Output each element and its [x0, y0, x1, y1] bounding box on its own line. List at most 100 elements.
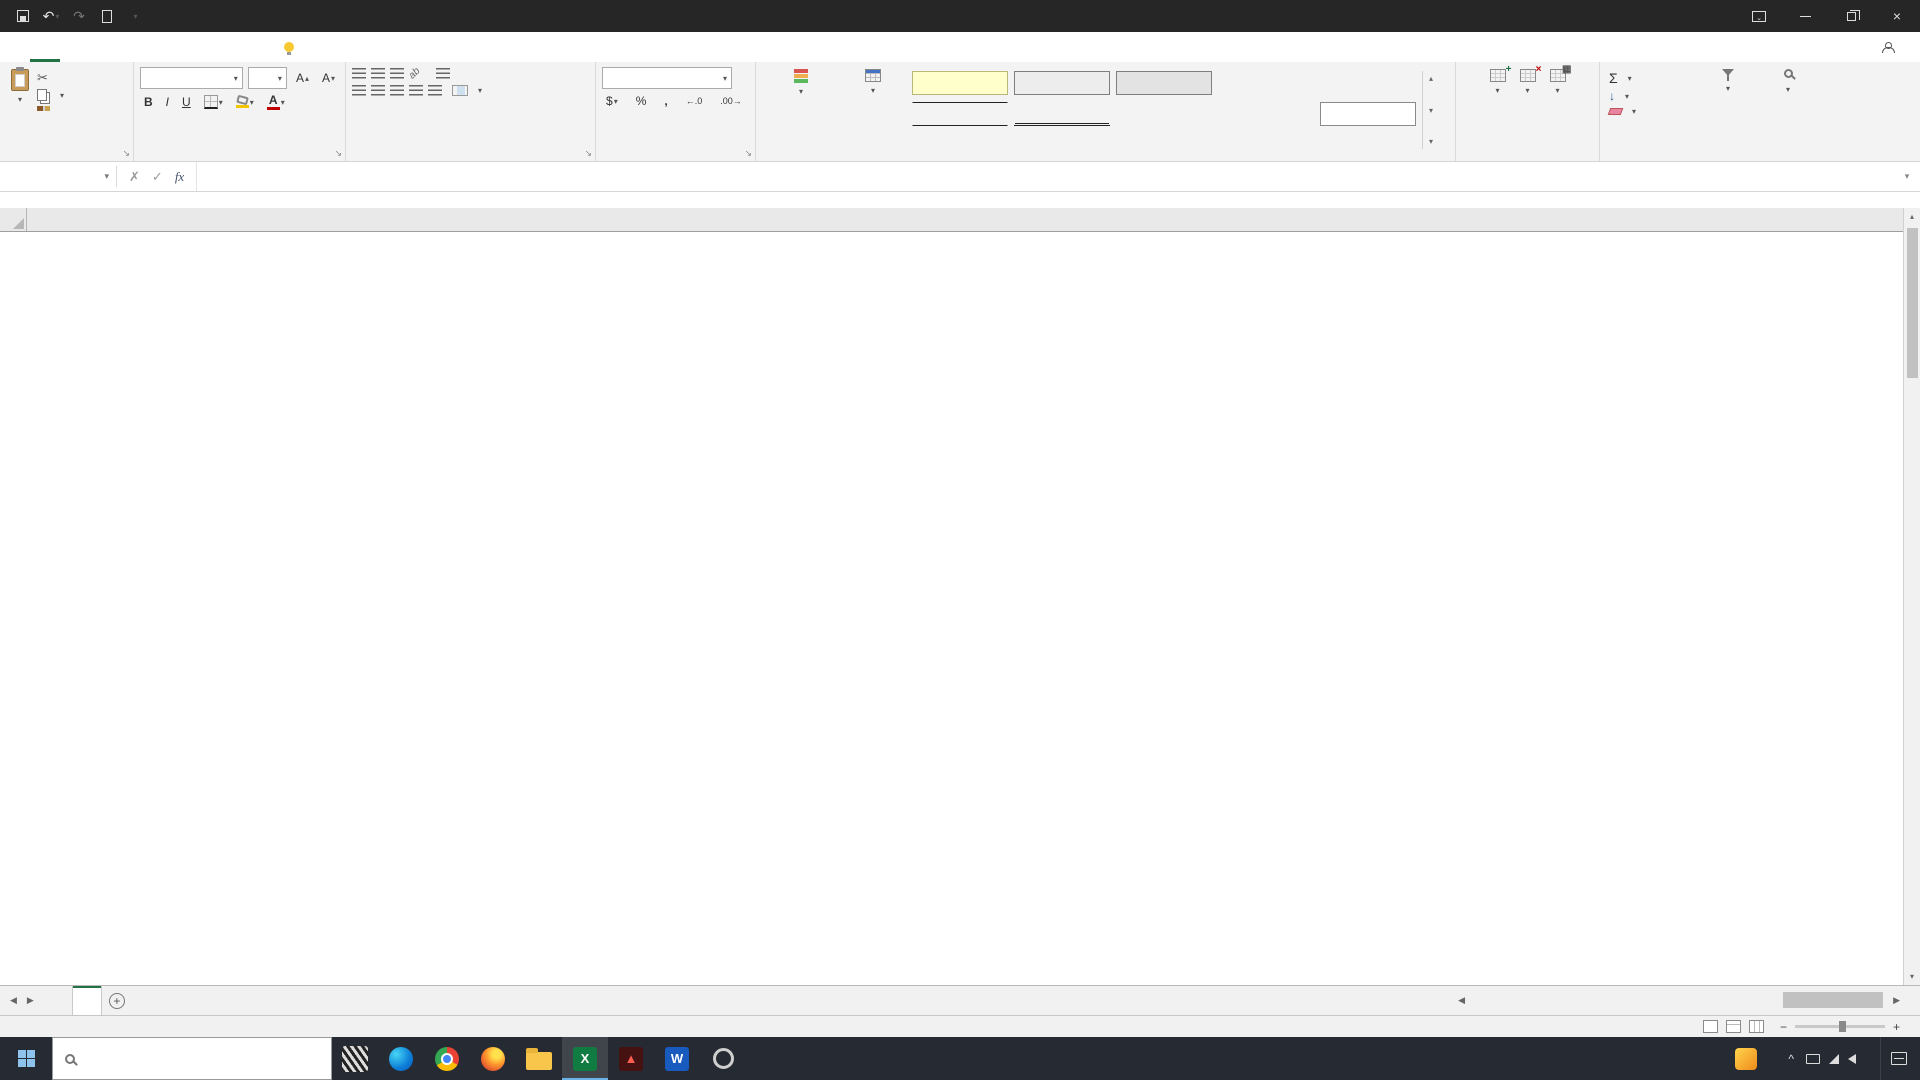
name-box-input[interactable] — [7, 169, 77, 184]
gallery-down-icon[interactable]: ▾ — [1429, 106, 1433, 115]
conditional-formatting-button[interactable]: ▾ — [762, 67, 840, 98]
taskbar-acrobat[interactable]: ▲ — [608, 1037, 654, 1080]
scroll-down-icon[interactable]: ▾ — [1904, 968, 1920, 985]
sign-in-button[interactable] — [1700, 0, 1736, 32]
tab-review[interactable] — [180, 32, 210, 62]
borders-button[interactable]: ▾ — [200, 94, 227, 110]
page-layout-view-icon[interactable] — [1726, 1020, 1741, 1033]
new-document-button[interactable] — [94, 3, 120, 29]
taskbar-search[interactable] — [52, 1037, 332, 1080]
paste-button[interactable]: ▾ — [6, 67, 34, 106]
minimize-button[interactable] — [1782, 0, 1828, 32]
insert-cells-button[interactable]: + ▾ — [1485, 67, 1511, 97]
clear-button[interactable]: ▾ — [1606, 106, 1698, 117]
style-chip-total-3[interactable] — [1014, 102, 1110, 126]
style-chip-normal[interactable] — [1320, 102, 1416, 126]
hidden-icons-chevron[interactable]: ^ — [1788, 1052, 1794, 1066]
copy-button[interactable]: ▾ — [34, 88, 67, 102]
font-color-button[interactable]: A▾ — [263, 93, 289, 111]
network-icon[interactable] — [1829, 1054, 1839, 1064]
style-chip-total-2[interactable] — [912, 102, 1008, 126]
taskbar-chrome[interactable] — [424, 1037, 470, 1080]
underline-button[interactable]: U — [178, 94, 195, 110]
tab-home[interactable] — [30, 32, 60, 62]
taskbar-settings[interactable] — [700, 1037, 746, 1080]
customize-qat-button[interactable]: ▾ — [122, 3, 148, 29]
weather-widget[interactable] — [1725, 1037, 1776, 1080]
font-dialog-launcher[interactable]: ↘ — [334, 148, 342, 159]
middle-align-icon[interactable] — [371, 68, 385, 79]
redo-button[interactable]: ↷ — [66, 3, 92, 29]
new-sheet-button[interactable]: + — [102, 986, 132, 1015]
format-as-table-button[interactable]: ▾ — [840, 67, 906, 97]
scroll-left-icon[interactable]: ◀ — [1458, 995, 1465, 1006]
decrease-indent-icon[interactable] — [409, 85, 423, 96]
confirm-entry-icon[interactable]: ✓ — [152, 169, 163, 185]
taskbar-word[interactable]: W — [654, 1037, 700, 1080]
vertical-scrollbar[interactable]: ▴ ▾ — [1903, 208, 1920, 985]
start-button[interactable] — [0, 1037, 52, 1080]
format-painter-button[interactable] — [34, 105, 67, 112]
taskbar-excel[interactable]: X — [562, 1037, 608, 1080]
style-chip-warning-text-3[interactable] — [1218, 102, 1314, 126]
zoom-in-icon[interactable]: + — [1893, 1020, 1900, 1034]
align-center-icon[interactable] — [371, 85, 385, 96]
share-button[interactable] — [1862, 32, 1920, 62]
gallery-up-icon[interactable]: ▴ — [1429, 74, 1433, 83]
style-chip-warning-text-2[interactable] — [1116, 102, 1212, 126]
horizontal-scrollbar[interactable]: ◀ ▶ — [1458, 986, 1920, 1015]
fill-color-button[interactable]: ▾ — [232, 95, 258, 109]
delete-cells-button[interactable]: × ▾ — [1515, 67, 1541, 97]
orientation-icon[interactable]: ab — [407, 66, 423, 82]
vertical-scroll-thumb[interactable] — [1907, 228, 1918, 378]
zoom-slider[interactable] — [1795, 1025, 1885, 1028]
taskbar-edge[interactable] — [378, 1037, 424, 1080]
sort-filter-button[interactable]: ▾ — [1698, 67, 1758, 95]
style-chip-title-3[interactable] — [1320, 71, 1416, 95]
tab-page-layout[interactable] — [90, 32, 120, 62]
bottom-align-icon[interactable] — [390, 68, 404, 79]
sheet-tab-cf[interactable] — [73, 986, 102, 1015]
taskbar-file-explorer[interactable] — [516, 1037, 562, 1080]
tell-me-box[interactable] — [270, 32, 315, 62]
zoom-slider-thumb[interactable] — [1839, 1021, 1846, 1032]
style-chip-output-2[interactable] — [1014, 71, 1110, 95]
close-button[interactable]: × — [1874, 0, 1920, 32]
restore-button[interactable] — [1828, 0, 1874, 32]
decrease-decimal-button[interactable]: .00→ — [716, 95, 746, 107]
number-format-select[interactable]: ▾ — [602, 67, 732, 89]
find-select-button[interactable]: ▾ — [1758, 67, 1818, 96]
accounting-format-button[interactable]: $▾ — [602, 93, 622, 109]
normal-view-icon[interactable] — [1703, 1020, 1718, 1033]
cut-button[interactable]: ✂ — [34, 70, 67, 85]
sheet-tab-daftar-pembayaran[interactable] — [44, 986, 73, 1015]
tab-formulas[interactable] — [120, 32, 150, 62]
increase-indent-icon[interactable] — [428, 85, 442, 96]
volume-icon[interactable] — [1848, 1054, 1856, 1064]
style-chip-note-3[interactable] — [912, 71, 1008, 95]
display-tray-icon[interactable] — [1806, 1054, 1820, 1064]
font-size-select[interactable]: ▾ — [248, 67, 287, 89]
increase-font-button[interactable]: A▴ — [292, 70, 313, 86]
tab-view[interactable] — [210, 32, 240, 62]
formula-input[interactable] — [196, 162, 1894, 191]
style-chip-output-3[interactable] — [1116, 71, 1212, 95]
taskbar-photo-app[interactable] — [332, 1037, 378, 1080]
action-center-button[interactable] — [1880, 1037, 1916, 1080]
expand-formula-bar-icon[interactable]: ▾ — [1894, 162, 1920, 191]
sheet-nav-right-icon[interactable]: ▶ — [27, 995, 34, 1006]
comma-style-button[interactable]: , — [660, 93, 671, 109]
scroll-up-icon[interactable]: ▴ — [1904, 208, 1920, 225]
ribbon-display-options-button[interactable]: ⌄ — [1736, 0, 1782, 32]
clipboard-dialog-launcher[interactable]: ↘ — [122, 148, 130, 159]
horizontal-scroll-thumb[interactable] — [1783, 992, 1883, 1008]
tab-file[interactable] — [0, 32, 30, 62]
align-right-icon[interactable] — [390, 85, 404, 96]
merge-center-button[interactable]: ▾ — [449, 84, 485, 97]
number-dialog-launcher[interactable]: ↘ — [744, 148, 752, 159]
insert-function-icon[interactable]: fx — [175, 169, 184, 185]
name-box[interactable]: ▾ — [0, 162, 116, 191]
top-align-icon[interactable] — [352, 68, 366, 79]
autosum-button[interactable]: Σ▾ — [1606, 70, 1698, 86]
tab-insert[interactable] — [60, 32, 90, 62]
